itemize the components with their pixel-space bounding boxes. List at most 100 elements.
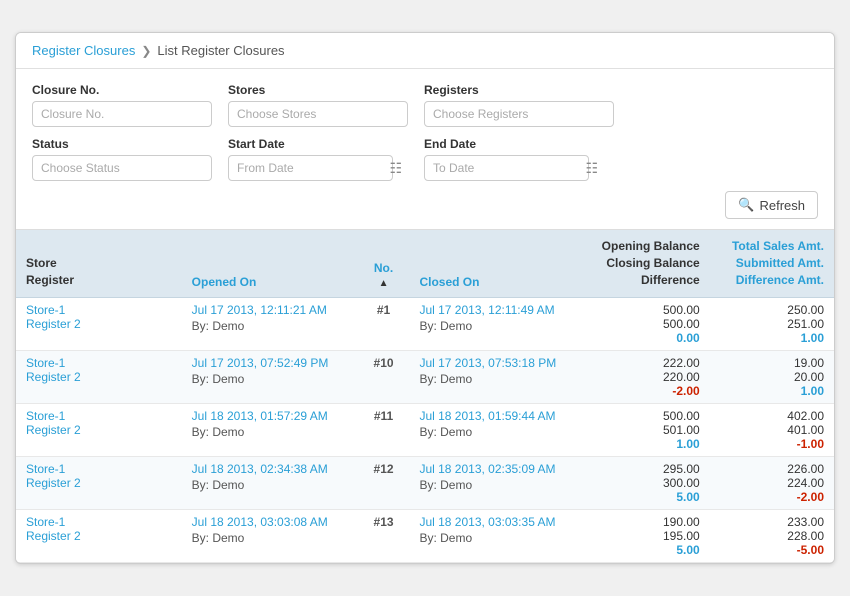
sort-icon: ▲ — [379, 278, 389, 289]
opened-on-link[interactable]: Jul 18 2013, 03:03:08 AM — [192, 515, 348, 529]
cell-sales: 402.00 401.00 -1.00 — [710, 403, 834, 456]
start-date-input[interactable] — [228, 155, 393, 181]
closed-on-link[interactable]: Jul 17 2013, 07:53:18 PM — [419, 356, 575, 370]
opened-on-link[interactable]: Jul 17 2013, 12:11:21 AM — [192, 303, 348, 317]
filter-row-2: Status Start Date ☷ End Date ☷ — [32, 137, 818, 181]
cell-sales: 226.00 224.00 -2.00 — [710, 456, 834, 509]
opened-by: By: Demo — [192, 425, 348, 439]
submitted-amt: 224.00 — [720, 476, 824, 490]
closure-number: #10 — [374, 356, 394, 370]
cell-opened: Jul 18 2013, 03:03:08 AM By: Demo — [182, 509, 358, 562]
closing-balance: 195.00 — [595, 529, 699, 543]
closed-by: By: Demo — [419, 531, 575, 545]
store-link[interactable]: Store-1 — [26, 409, 172, 423]
filter-start-date-group: Start Date ☷ — [228, 137, 408, 181]
cell-no: #13 — [358, 509, 410, 562]
closure-number: #11 — [374, 409, 393, 423]
submitted-amt: 401.00 — [720, 423, 824, 437]
opened-on-link[interactable]: Jul 18 2013, 01:57:29 AM — [192, 409, 348, 423]
closed-on-link[interactable]: Jul 18 2013, 01:59:44 AM — [419, 409, 575, 423]
total-sales: 250.00 — [720, 303, 824, 317]
filter-status-group: Status — [32, 137, 212, 181]
cell-balance: 190.00 195.00 5.00 — [585, 509, 709, 562]
closed-on-link[interactable]: Jul 18 2013, 02:35:09 AM — [419, 462, 575, 476]
breadcrumb-separator: ❯ — [141, 44, 151, 58]
closing-balance: 300.00 — [595, 476, 699, 490]
th-store-register: StoreRegister — [16, 230, 182, 297]
breadcrumb-link[interactable]: Register Closures — [32, 43, 135, 58]
filter-row-1: Closure No. Stores Registers — [32, 83, 818, 127]
cell-closed: Jul 17 2013, 07:53:18 PM By: Demo — [409, 350, 585, 403]
th-no[interactable]: No. ▲ — [358, 230, 410, 297]
store-link[interactable]: Store-1 — [26, 303, 172, 317]
cell-balance: 222.00 220.00 -2.00 — [585, 350, 709, 403]
opening-balance: 500.00 — [595, 409, 699, 423]
cell-no: #10 — [358, 350, 410, 403]
registers-input[interactable] — [424, 101, 614, 127]
opening-balance: 190.00 — [595, 515, 699, 529]
cell-opened: Jul 18 2013, 01:57:29 AM By: Demo — [182, 403, 358, 456]
register-link[interactable]: Register 2 — [26, 317, 172, 331]
closure-no-input[interactable] — [32, 101, 212, 127]
balance-difference: 5.00 — [595, 490, 699, 504]
store-link[interactable]: Store-1 — [26, 515, 172, 529]
register-link[interactable]: Register 2 — [26, 529, 172, 543]
filter-actions: 🔍 Refresh — [32, 191, 818, 219]
filter-registers-group: Registers — [424, 83, 614, 127]
balance-difference: 5.00 — [595, 543, 699, 557]
table-body: Store-1 Register 2 Jul 17 2013, 12:11:21… — [16, 297, 834, 562]
filter-stores-group: Stores — [228, 83, 408, 127]
submitted-amt: 251.00 — [720, 317, 824, 331]
cell-opened: Jul 17 2013, 07:52:49 PM By: Demo — [182, 350, 358, 403]
status-label: Status — [32, 137, 212, 151]
cell-balance: 500.00 500.00 0.00 — [585, 297, 709, 350]
closed-on-link[interactable]: Jul 17 2013, 12:11:49 AM — [419, 303, 575, 317]
closed-by: By: Demo — [419, 478, 575, 492]
closed-on-link[interactable]: Jul 18 2013, 03:03:35 AM — [419, 515, 575, 529]
cell-no: #11 — [358, 403, 410, 456]
opened-by: By: Demo — [192, 531, 348, 545]
register-link[interactable]: Register 2 — [26, 476, 172, 490]
th-closed-on[interactable]: Closed On — [409, 230, 585, 297]
closure-number: #13 — [374, 515, 394, 529]
end-date-input[interactable] — [424, 155, 589, 181]
cell-no: #12 — [358, 456, 410, 509]
th-opened-on[interactable]: Opened On — [182, 230, 358, 297]
registers-label: Registers — [424, 83, 614, 97]
cell-balance: 500.00 501.00 1.00 — [585, 403, 709, 456]
register-link[interactable]: Register 2 — [26, 423, 172, 437]
refresh-label: Refresh — [759, 198, 805, 213]
opening-balance: 500.00 — [595, 303, 699, 317]
store-link[interactable]: Store-1 — [26, 356, 172, 370]
search-icon: 🔍 — [738, 197, 754, 213]
closed-by: By: Demo — [419, 372, 575, 386]
breadcrumb-current: List Register Closures — [157, 43, 284, 58]
closure-number: #1 — [377, 303, 390, 317]
stores-label: Stores — [228, 83, 408, 97]
opening-balance: 222.00 — [595, 356, 699, 370]
table-section: StoreRegister Opened On No. ▲ Closed On … — [16, 230, 834, 562]
closures-table: StoreRegister Opened On No. ▲ Closed On … — [16, 230, 834, 562]
store-link[interactable]: Store-1 — [26, 462, 172, 476]
refresh-button[interactable]: 🔍 Refresh — [725, 191, 818, 219]
closure-number: #12 — [374, 462, 394, 476]
cell-store: Store-1 Register 2 — [16, 509, 182, 562]
opened-by: By: Demo — [192, 319, 348, 333]
start-date-label: Start Date — [228, 137, 408, 151]
total-sales: 402.00 — [720, 409, 824, 423]
opening-balance: 295.00 — [595, 462, 699, 476]
table-header-row: StoreRegister Opened On No. ▲ Closed On … — [16, 230, 834, 297]
closure-no-label: Closure No. — [32, 83, 212, 97]
table-row: Store-1 Register 2 Jul 18 2013, 02:34:38… — [16, 456, 834, 509]
filter-section: Closure No. Stores Registers Status Star… — [16, 69, 834, 230]
total-sales: 226.00 — [720, 462, 824, 476]
register-link[interactable]: Register 2 — [26, 370, 172, 384]
opened-on-link[interactable]: Jul 18 2013, 02:34:38 AM — [192, 462, 348, 476]
cell-store: Store-1 Register 2 — [16, 297, 182, 350]
th-balance: Opening BalanceClosing BalanceDifference — [585, 230, 709, 297]
sales-difference: -2.00 — [720, 490, 824, 504]
status-input[interactable] — [32, 155, 212, 181]
stores-input[interactable] — [228, 101, 408, 127]
opened-on-link[interactable]: Jul 17 2013, 07:52:49 PM — [192, 356, 348, 370]
cell-closed: Jul 18 2013, 03:03:35 AM By: Demo — [409, 509, 585, 562]
